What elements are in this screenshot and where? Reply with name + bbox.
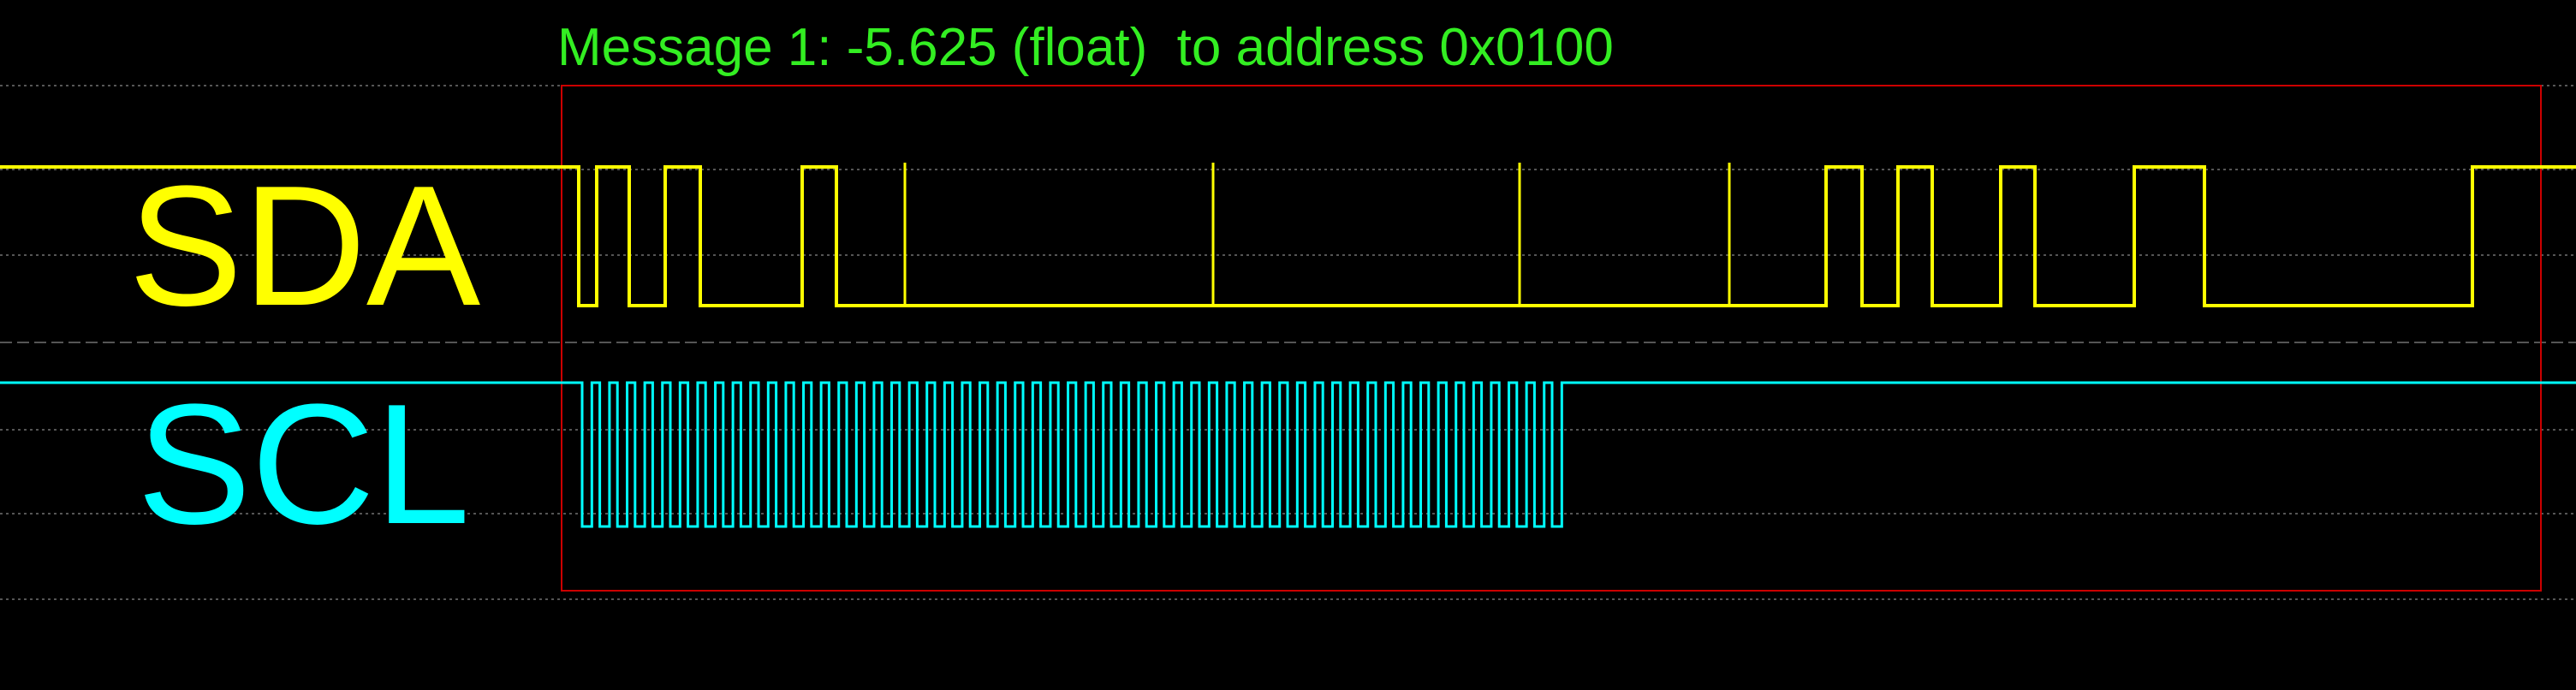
plot-background: [0, 0, 2576, 690]
oscilloscope-plot: [0, 0, 2576, 690]
chart-title: Message 1: -5.625 (float) to address 0x0…: [557, 18, 1614, 77]
scl-channel-label: SCL: [137, 369, 471, 560]
sda-channel-label: SDA: [128, 151, 481, 342]
